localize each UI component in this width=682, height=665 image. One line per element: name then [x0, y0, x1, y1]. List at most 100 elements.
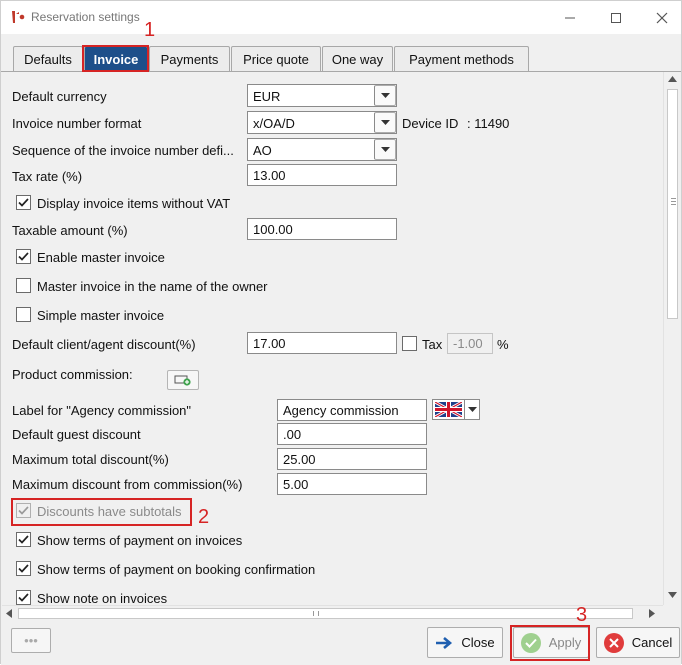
- close-button[interactable]: Close: [427, 627, 503, 658]
- chevron-down-icon: [468, 407, 477, 412]
- divider: [464, 400, 465, 419]
- scrollbar-thumb[interactable]: [18, 608, 633, 619]
- annotation-box-3: [510, 625, 590, 661]
- tax-rate-input[interactable]: [247, 164, 397, 186]
- tax-label: Tax: [422, 337, 443, 352]
- max-total-discount-label: Maximum total discount(%): [12, 452, 169, 467]
- master-invoice-owner-label: Master invoice in the name of the owner: [37, 279, 268, 294]
- note-on-invoices-label: Show note on invoices: [37, 591, 168, 605]
- vertical-scrollbar[interactable]: [663, 72, 681, 605]
- tab-defaults[interactable]: Defaults: [13, 46, 83, 72]
- default-guest-discount-input[interactable]: [277, 423, 427, 445]
- scroll-up-icon[interactable]: [668, 76, 677, 82]
- display-without-vat-checkbox[interactable]: [16, 195, 31, 210]
- enable-master-invoice-label: Enable master invoice: [37, 250, 165, 265]
- checkmark-icon: [18, 535, 29, 544]
- default-currency-select[interactable]: EUR: [247, 84, 397, 107]
- invoice-number-format-select[interactable]: x/OA/D: [247, 111, 397, 134]
- device-id-label: Device ID: [402, 116, 459, 131]
- terms-on-booking-label: Show terms of payment on booking confirm…: [37, 562, 316, 577]
- grip-icon: [671, 201, 676, 202]
- agency-commission-label-label: Label for "Agency commission": [12, 403, 192, 418]
- checkmark-icon: [18, 198, 29, 207]
- max-discount-commission-input[interactable]: [277, 473, 427, 495]
- terms-on-invoices-checkbox[interactable]: [16, 532, 31, 547]
- client-agent-discount-label: Default client/agent discount(%): [12, 337, 196, 352]
- close-icon: [656, 12, 668, 23]
- horizontal-scrollbar[interactable]: [2, 605, 663, 621]
- more-button[interactable]: •••: [11, 628, 51, 653]
- invoice-number-format-label: Invoice number format: [12, 116, 142, 131]
- tax-rate-label: Tax rate (%): [12, 169, 83, 184]
- grip-icon: [671, 204, 676, 205]
- window-close-button[interactable]: [639, 1, 682, 34]
- window-title: Reservation settings: [31, 10, 140, 24]
- scroll-right-icon[interactable]: [649, 609, 655, 618]
- arrow-right-icon: [436, 636, 453, 649]
- tab-price-quote[interactable]: Price quote: [231, 46, 321, 72]
- annotation-number-2: 2: [198, 506, 210, 528]
- cancel-circle-icon: [603, 632, 624, 653]
- default-currency-value: EUR: [253, 89, 281, 104]
- tax-unit-label: %: [497, 337, 509, 352]
- simple-master-invoice-checkbox[interactable]: [16, 307, 31, 322]
- note-on-invoices-checkbox[interactable]: [16, 590, 31, 605]
- agency-commission-input[interactable]: [277, 399, 427, 421]
- close-button-label: Close: [461, 635, 495, 650]
- cancel-button[interactable]: Cancel: [596, 627, 680, 658]
- annotation-number-3: 3: [576, 604, 588, 626]
- terms-on-invoices-label: Show terms of payment on invoices: [37, 533, 243, 548]
- sequence-select[interactable]: AO: [247, 138, 397, 161]
- taxable-amount-label: Taxable amount (%): [12, 223, 128, 238]
- annotation-box-1: [82, 45, 149, 72]
- tab-payments[interactable]: Payments: [149, 46, 230, 72]
- device-id-value: : 11490: [467, 116, 510, 131]
- tab-payment-methods[interactable]: Payment methods: [394, 46, 529, 72]
- minimize-button[interactable]: [547, 1, 593, 34]
- enable-master-invoice-checkbox[interactable]: [16, 249, 31, 264]
- maximize-icon: [611, 12, 621, 23]
- add-row-icon: [174, 375, 191, 386]
- dropdown-button[interactable]: [374, 85, 396, 106]
- product-commission-label: Product commission:: [12, 367, 133, 382]
- chevron-down-icon: [380, 147, 390, 152]
- sequence-value: AO: [253, 143, 272, 158]
- annotation-box-2: [11, 498, 192, 526]
- terms-on-booking-checkbox[interactable]: [16, 561, 31, 576]
- chevron-down-icon: [380, 93, 390, 98]
- cancel-button-label: Cancel: [631, 635, 673, 650]
- tax-input: [447, 333, 493, 354]
- tab-one-way[interactable]: One way: [322, 46, 393, 72]
- uk-flag-icon: [435, 402, 462, 417]
- checkmark-icon: [18, 564, 29, 573]
- scroll-left-icon[interactable]: [6, 609, 12, 618]
- app-logo-icon: [12, 11, 25, 23]
- language-select[interactable]: [432, 399, 480, 420]
- add-product-commission-button[interactable]: [167, 370, 199, 390]
- invoice-number-format-value: x/OA/D: [253, 116, 295, 131]
- dropdown-button[interactable]: [374, 112, 396, 133]
- maximize-button[interactable]: [593, 1, 639, 34]
- checkmark-icon: [18, 252, 29, 261]
- grip-icon: [313, 611, 319, 616]
- chevron-down-icon: [380, 120, 390, 125]
- checkmark-icon: [18, 593, 29, 602]
- display-without-vat-label: Display invoice items without VAT: [37, 196, 231, 211]
- default-guest-discount-label: Default guest discount: [12, 427, 141, 442]
- title-bar: Reservation settings: [1, 1, 681, 34]
- max-total-discount-input[interactable]: [277, 448, 427, 470]
- scrollbar-thumb[interactable]: [667, 89, 678, 319]
- simple-master-invoice-label: Simple master invoice: [37, 308, 165, 323]
- dropdown-button[interactable]: [374, 139, 396, 160]
- max-discount-commission-label: Maximum discount from commission(%): [12, 477, 243, 492]
- default-currency-label: Default currency: [12, 89, 107, 104]
- client-agent-discount-input[interactable]: [247, 332, 397, 354]
- master-invoice-owner-checkbox[interactable]: [16, 278, 31, 293]
- minimize-icon: [565, 17, 575, 18]
- annotation-number-1: 1: [144, 19, 156, 41]
- taxable-amount-input[interactable]: [247, 218, 397, 240]
- tax-checkbox[interactable]: [402, 336, 417, 351]
- sequence-label: Sequence of the invoice number defi...: [12, 143, 234, 158]
- reservation-settings-window: Reservation settings Defaults Invoice Pa…: [0, 0, 682, 665]
- scroll-down-icon[interactable]: [668, 592, 677, 598]
